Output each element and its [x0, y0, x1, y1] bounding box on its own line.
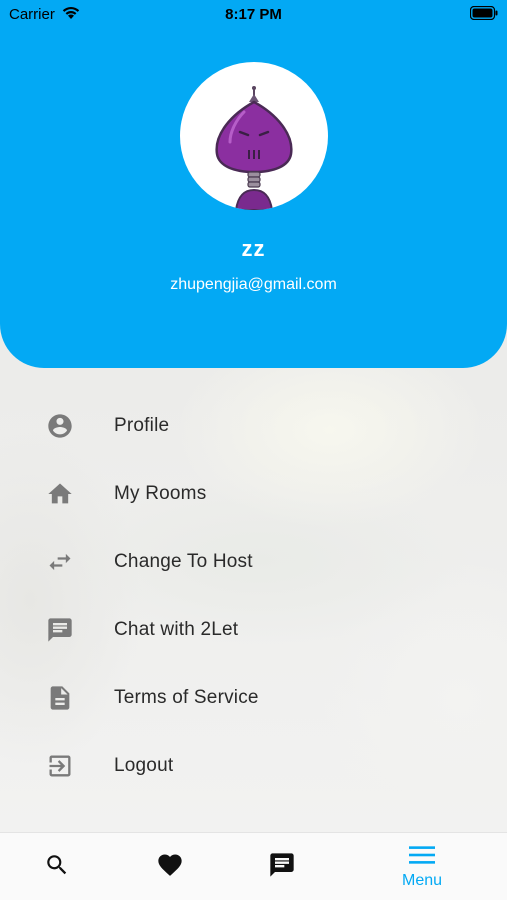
profile-header: Carrier 8:17 PM zz zhupengjia@gmail.com [0, 0, 507, 368]
tab-favorites[interactable] [115, 833, 225, 900]
menu-label-my-rooms: My Rooms [114, 483, 207, 504]
tab-menu[interactable]: Menu [367, 833, 477, 900]
menu-label-logout: Logout [114, 755, 174, 776]
chat-icon [45, 615, 75, 645]
tab-search[interactable] [2, 833, 112, 900]
menu-label-change-to-host: Change To Host [114, 551, 253, 572]
menu-label-terms: Terms of Service [114, 687, 259, 708]
battery-icon [469, 5, 498, 24]
menu-label-profile: Profile [114, 415, 170, 436]
message-icon [268, 851, 296, 884]
clock: 8:17 PM [225, 6, 282, 23]
home-icon [45, 479, 75, 509]
heart-icon [156, 851, 184, 884]
menu-item-chat[interactable]: Chat with 2Let [0, 600, 507, 660]
logout-icon [45, 751, 75, 781]
user-name: zz [241, 236, 266, 261]
menu-item-logout[interactable]: Logout [0, 736, 507, 796]
document-icon [45, 683, 75, 713]
user-email: zhupengjia@gmail.com [170, 276, 337, 293]
menu-item-change-to-host[interactable]: Change To Host [0, 532, 507, 592]
avatar[interactable] [180, 62, 328, 210]
menu-icon [409, 844, 435, 871]
bottom-tab-bar: Menu [0, 832, 507, 900]
search-icon [44, 852, 70, 883]
menu-item-terms[interactable]: Terms of Service [0, 668, 507, 728]
menu-item-profile[interactable]: Profile [0, 396, 507, 456]
tab-messages[interactable] [227, 833, 337, 900]
menu-label-chat: Chat with 2Let [114, 619, 239, 640]
status-bar: Carrier 8:17 PM [0, 0, 507, 28]
swap-arrows-icon [45, 547, 75, 577]
purple-robot-avatar-icon [215, 86, 293, 210]
tab-menu-label: Menu [401, 872, 443, 889]
account-circle-icon [45, 411, 75, 441]
menu-item-my-rooms[interactable]: My Rooms [0, 464, 507, 524]
